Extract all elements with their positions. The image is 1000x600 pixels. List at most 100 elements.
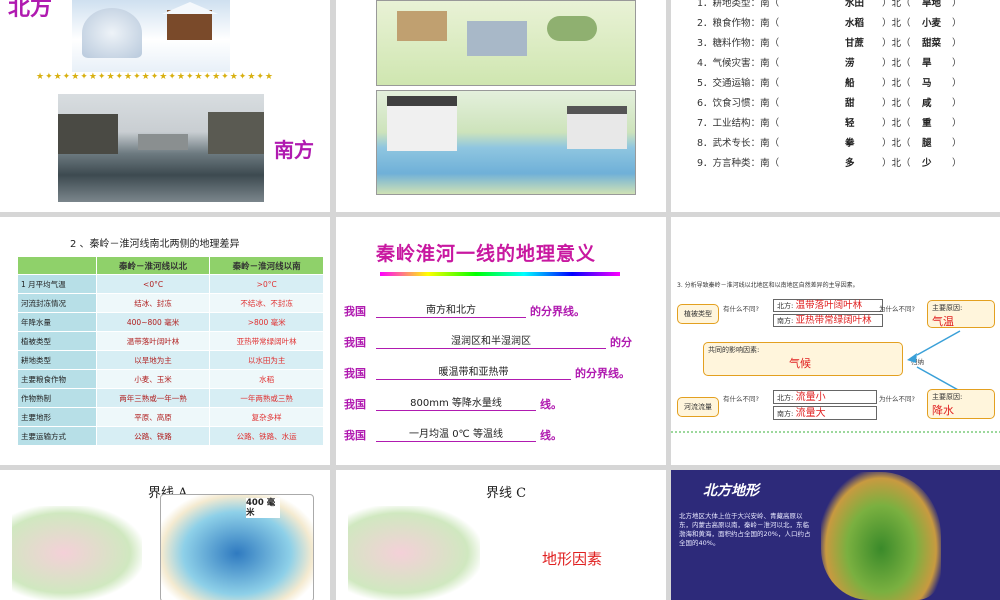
north-answer: 小麦: [922, 18, 942, 29]
arrows-diagram: [671, 330, 1000, 433]
significance-title: 秦岭淮河一线的地理意义: [376, 243, 597, 265]
item-number: 8．: [697, 138, 713, 149]
slide-thumbnail-north-south-comparison-list[interactable]: 1．耕地类型：南（ 水田 ）北（ 旱地） 2．粮食作物：南（ 水稻 ）北（ 小麦） 3．糖料作物…: [671, 0, 1000, 212]
north-word: ）北（: [882, 138, 911, 149]
comparison-item: 5．交通运输：南（ 船 ）北（ 马 ）: [697, 74, 962, 94]
table-cell: 结冰、封冻: [95, 293, 211, 313]
rainbow-underline: [380, 272, 620, 276]
comparison-item: 1．耕地类型：南（ 水田 ）北（ 旱地 ）: [697, 0, 962, 14]
label-why-differs-2: 为什么不同?: [879, 395, 915, 403]
south-prefix: ：南（: [750, 38, 780, 49]
south-prefix: ：南（: [750, 98, 780, 109]
close-paren: ）: [952, 138, 962, 149]
item-number: 6．: [697, 98, 713, 109]
north-word: ）北（: [882, 158, 911, 169]
table-title: 2 、秦岭－淮河线南北两侧的地理差异: [70, 239, 240, 250]
table-cell: 公路、铁路: [95, 426, 211, 446]
comparison-item: 8．武术专长：南（ 拳 ）北（ 腿 ）: [697, 134, 962, 154]
table-cell: 平原、高原: [95, 407, 211, 427]
table-cell: 耕地类型: [17, 350, 97, 370]
slide-thumbnail-northern-terrain[interactable]: 北方地形 北方地区大体上位于大兴安岭、青藏高原以东，内蒙古高原以南，秦岭－淮河以…: [671, 470, 1000, 600]
table-cell: 植被类型: [17, 331, 97, 351]
line-prefix: 我国: [344, 367, 366, 380]
north-village-illustration: [376, 0, 636, 86]
north-label: 北方:: [777, 394, 794, 402]
slide-thumbnail-boundary-a[interactable]: 界线 A 400 毫米: [0, 470, 330, 600]
difference-table: 秦岭－淮河线以北 秦岭－淮河线以南 1 月平均气温 <0°C >0°C 河流封冻情况 结冰、…: [17, 256, 324, 446]
boundary-c-title: 界线 C: [486, 486, 527, 501]
china-map-right: [348, 506, 480, 600]
table-row: 年降水量 400~800 毫米 >800 毫米: [17, 312, 324, 332]
slide-thumbnail-geographic-significance[interactable]: 秦岭淮河一线的地理意义 我国 南方和北方 的分界线。 我国 湿润区和半湿润区 的分 我国 暖温…: [336, 217, 666, 465]
table-cell: 400~800 毫米: [95, 312, 211, 332]
reason-label: 主要原因:: [932, 393, 963, 401]
north-answer: 旱: [922, 58, 932, 69]
star-border-decoration: ★✦★✦★✦★✦★✦★✦★✦★✦★✦★✦★✦★✦★✦★✦★✦★: [36, 72, 274, 82]
table-cell: 公路、铁路、水运: [209, 426, 324, 446]
comparison-item: 3．糖料作物：南（ 甘蔗 ）北（ 甜菜 ）: [697, 34, 962, 54]
close-paren: ）: [952, 78, 962, 89]
slide-thumbnail-illustrations[interactable]: [336, 0, 666, 212]
close-paren: ）: [952, 118, 962, 129]
north-terrain-map: [821, 472, 941, 600]
close-paren: ）: [952, 158, 962, 169]
table-header: 秦岭－淮河线以北: [95, 256, 211, 275]
item-name: 方言种类: [712, 158, 751, 169]
item-name: 糖料作物: [712, 38, 751, 49]
snow-house-photo: [72, 0, 230, 72]
fill-answer: 南方和北方: [376, 301, 526, 318]
table-row: 耕地类型 以旱地为主 以水田为主: [17, 350, 324, 370]
comparison-item: 9．方言种类：南（ 多 ）北（ 少 ）: [697, 154, 962, 174]
line-suffix: 的分界线。: [575, 367, 630, 380]
item-name: 工业结构: [712, 118, 751, 129]
item-name: 交通运输: [712, 78, 751, 89]
table-row: 作物熟制 两年三熟或一年一熟 一年两熟或三熟: [17, 388, 324, 408]
comparison-item: 2．粮食作物：南（ 水稻 ）北（ 小麦 ）: [697, 14, 962, 34]
table-row: 植被类型 温带落叶阔叶林 亚热带常绿阔叶林: [17, 331, 324, 351]
south-answer: 轻: [845, 118, 855, 129]
table-header: 秦岭－淮河线以南: [209, 256, 324, 275]
river-north-box: 北方: 流量小: [773, 390, 877, 404]
item-name: 武术专长: [712, 138, 751, 149]
south-answer: 拳: [845, 138, 855, 149]
south-answer: 涝: [845, 58, 855, 69]
table-cell: 作物熟制: [17, 388, 97, 408]
comparison-list: 1．耕地类型：南（ 水田 ）北（ 旱地） 2．粮食作物：南（ 水稻 ）北（ 小麦） 3．糖料作物…: [697, 0, 962, 174]
item-name: 耕地类型: [712, 0, 751, 9]
south-prefix: ：南（: [750, 0, 780, 9]
line-prefix: 我国: [344, 336, 366, 349]
south-answer: 甘蔗: [845, 38, 865, 49]
table-cell: >800 毫米: [209, 312, 324, 332]
fill-answer: 800mm 等降水量线: [376, 394, 536, 411]
north-word: ）北（: [882, 118, 911, 129]
northern-terrain-description: 北方地区大体上位于大兴安岭、青藏高原以东，内蒙古高原以南，秦岭－淮河以北，东临渤…: [679, 512, 811, 547]
north-answer: 少: [922, 158, 932, 169]
north-word: ）北（: [882, 78, 911, 89]
south-prefix: ：南（: [750, 78, 780, 89]
river-north-value: 流量小: [795, 392, 826, 403]
item-number: 7．: [697, 118, 713, 129]
slide-thumbnail-difference-table[interactable]: 2 、秦岭－淮河线南北两侧的地理差异 秦岭－淮河线以北 秦岭－淮河线以南 1 月平均…: [0, 217, 330, 465]
table-cell: 以水田为主: [209, 350, 324, 370]
table-cell: 1 月平均气温: [17, 274, 97, 294]
table-cell: 主要粮食作物: [17, 369, 97, 389]
slide-thumbnail-boundary-c[interactable]: 界线 C 地形因素: [336, 470, 666, 600]
table-cell: 以旱地为主: [95, 350, 211, 370]
terrain-factor-label: 地形因素: [542, 550, 603, 568]
table-cell: 小麦、玉米: [95, 369, 211, 389]
slide-thumbnail-dominant-factor-analysis[interactable]: 3. 分析导致秦岭－淮河线以北地区和以南地区自然差异的主导因素。 植被类型 有什…: [671, 217, 1000, 465]
item-name: 粮食作物: [712, 18, 751, 29]
reason-precipitation-value: 降水: [932, 404, 954, 417]
south-answer: 水田: [845, 0, 865, 9]
table-header: [17, 256, 97, 275]
comparison-item: 7．工业结构：南（ 轻 ）北（ 重 ）: [697, 114, 962, 134]
table-cell: 主要地形: [17, 407, 97, 427]
south-answer: 船: [845, 78, 855, 89]
line-prefix: 我国: [344, 398, 366, 411]
table-cell: 不结冰、不封冻: [209, 293, 324, 313]
south-answer: 甜: [845, 98, 855, 109]
north-answer: 马: [922, 78, 932, 89]
slide-thumbnail-north-south-photos[interactable]: 北方 ★✦★✦★✦★✦★✦★✦★✦★✦★✦★✦★✦★✦★✦★✦★✦★ 南方: [0, 0, 330, 212]
table-cell: 水稻: [209, 369, 324, 389]
label-south: 南方: [274, 138, 314, 162]
